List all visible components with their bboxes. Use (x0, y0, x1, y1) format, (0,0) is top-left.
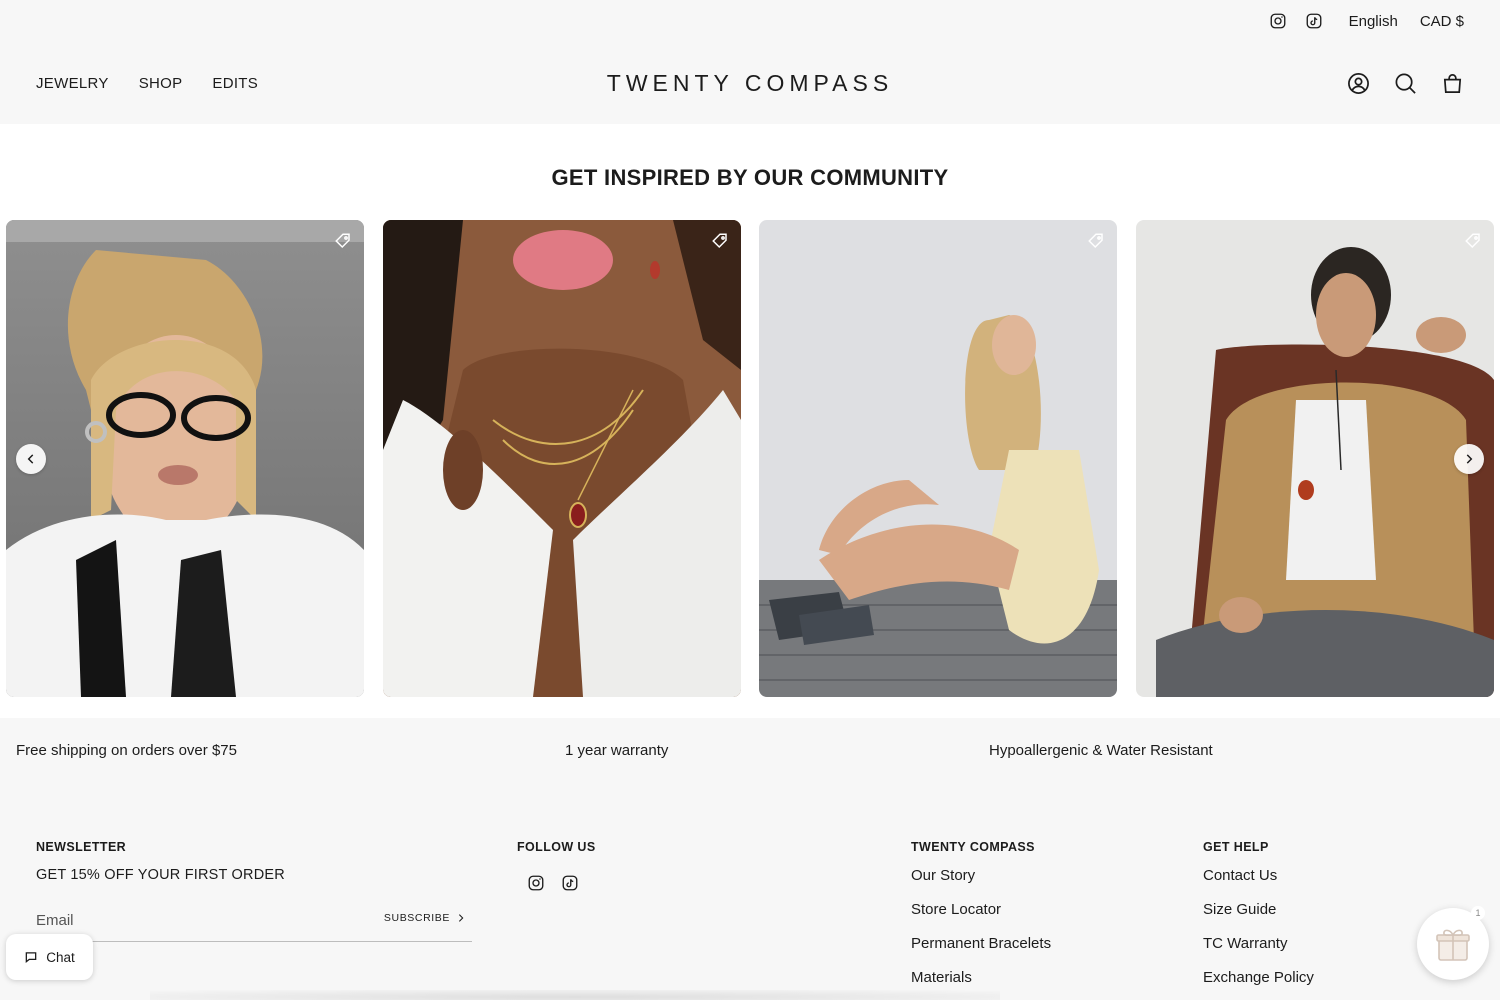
link-contact-us[interactable]: Contact Us (1203, 867, 1314, 885)
subscribe-button[interactable]: SUBSCRIBE (384, 912, 466, 924)
tag-icon[interactable] (1087, 232, 1105, 250)
link-exchange-policy[interactable]: Exchange Policy (1203, 969, 1314, 987)
currency-selector[interactable]: CAD $ (1420, 13, 1464, 30)
gift-count-badge: 1 (1471, 906, 1485, 920)
newsletter-title: NEWSLETTER (36, 840, 127, 854)
chat-label: Chat (46, 949, 75, 965)
link-materials[interactable]: Materials (911, 969, 1051, 987)
community-title: GET INSPIRED BY OUR COMMUNITY (551, 165, 949, 190)
gift-box-icon (1436, 929, 1470, 961)
tiktok-icon[interactable] (561, 874, 579, 897)
link-store-locator[interactable]: Store Locator (911, 901, 1051, 919)
prev-arrow-button[interactable] (16, 444, 46, 474)
link-our-story[interactable]: Our Story (911, 867, 1051, 885)
tag-icon[interactable] (711, 232, 729, 250)
perk-free-shipping: Free shipping on orders over $75 (16, 742, 237, 759)
tag-icon[interactable] (1464, 232, 1482, 250)
perk-hypoallergenic: Hypoallergenic & Water Resistant (989, 742, 1213, 759)
link-tc-warranty[interactable]: TC Warranty (1203, 935, 1314, 953)
photo-woman-sitting (759, 220, 1117, 697)
topbar-utilities: English CAD $ (1269, 12, 1464, 30)
email-input[interactable] (36, 904, 336, 936)
language-selector[interactable]: English (1349, 13, 1398, 30)
subscribe-label: SUBSCRIBE (383, 912, 450, 924)
community-photo-4[interactable] (1136, 220, 1494, 697)
tiktok-icon[interactable] (1305, 12, 1323, 30)
bottom-shadow (150, 990, 1000, 1000)
site-footer: Free shipping on orders over $75 1 year … (0, 718, 1500, 1000)
cart-icon[interactable] (1441, 72, 1464, 95)
brand-links: Our Story Store Locator Permanent Bracel… (911, 867, 1051, 987)
community-photo-2[interactable] (383, 220, 741, 697)
link-size-guide[interactable]: Size Guide (1203, 901, 1314, 919)
chat-button[interactable]: Chat (6, 934, 93, 980)
brand-links-title: TWENTY COMPASS (911, 840, 1035, 854)
chat-bubble-icon (25, 952, 37, 964)
account-icon[interactable] (1347, 72, 1370, 95)
community-gallery (6, 220, 1494, 697)
follow-title: FOLLOW US (517, 840, 596, 854)
perk-warranty: 1 year warranty (565, 742, 669, 759)
social-links (527, 874, 579, 897)
newsletter-form: SUBSCRIBE (36, 904, 472, 942)
newsletter-subtitle: GET 15% OFF YOUR FIRST ORDER (36, 867, 285, 883)
chevron-right-icon (458, 914, 464, 922)
site-header: JEWELRY SHOP EDITS TWENTY COMPASS (0, 46, 1500, 124)
help-links-title: GET HELP (1203, 840, 1269, 854)
header-actions (1347, 72, 1464, 95)
announcement-bar: English CAD $ (0, 0, 1500, 46)
link-permanent-bracelets[interactable]: Permanent Bracelets (911, 935, 1051, 953)
instagram-icon[interactable] (527, 874, 545, 897)
next-arrow-button[interactable] (1454, 444, 1484, 474)
chevron-left-icon (27, 454, 34, 464)
site-logo[interactable]: TWENTY COMPASS (0, 70, 1500, 97)
photo-woman-jacket (1136, 220, 1494, 697)
search-icon[interactable] (1394, 72, 1417, 95)
community-photo-1[interactable] (6, 220, 364, 697)
photo-woman-glasses (6, 220, 364, 697)
community-photo-3[interactable] (759, 220, 1117, 697)
chevron-right-icon (1466, 454, 1473, 464)
instagram-icon[interactable] (1269, 12, 1287, 30)
help-links: Contact Us Size Guide TC Warranty Exchan… (1203, 867, 1314, 987)
tag-icon[interactable] (334, 232, 352, 250)
photo-white-halter (383, 220, 741, 697)
